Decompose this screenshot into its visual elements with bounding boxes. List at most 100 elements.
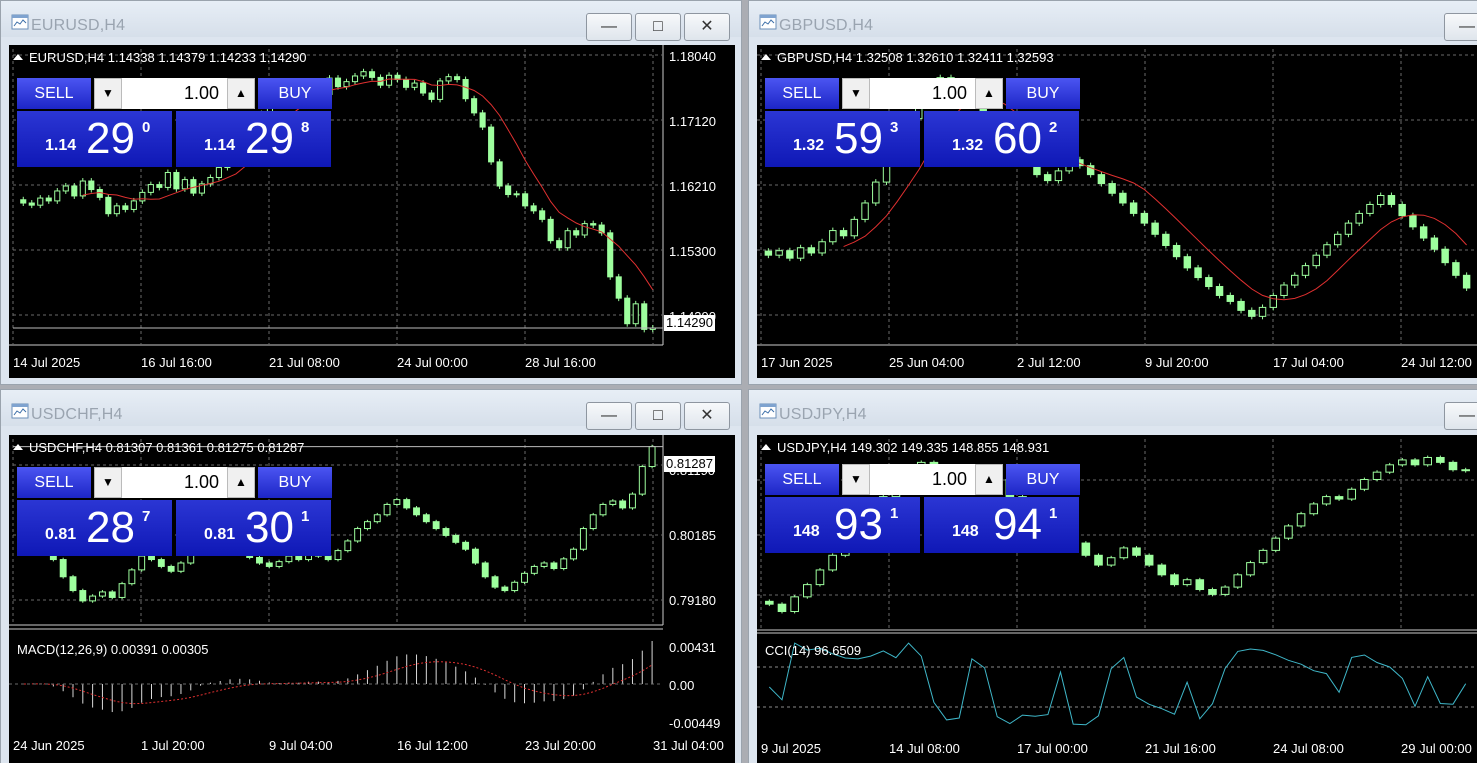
window-titlebar[interactable]: EURUSD,H4 — □ ✕ — [1, 1, 741, 41]
candle-body — [1322, 496, 1331, 505]
candle-body — [285, 555, 293, 563]
lot-size-input[interactable]: 1.00 — [124, 78, 219, 109]
price-chart[interactable]: GBPUSD,H4 1.32508 1.32610 1.32411 1.3259… — [757, 45, 1477, 378]
candle-body — [368, 71, 376, 78]
candle-body — [403, 499, 411, 509]
lot-size-spinner[interactable]: ▼ 1.00 ▲ — [842, 464, 1003, 495]
candle-body — [803, 584, 812, 598]
buy-price-button[interactable]: 148 94 1 — [924, 497, 1079, 553]
close-button[interactable]: ✕ — [684, 402, 730, 430]
chart-window-icon — [11, 14, 29, 30]
time-axis-label: 31 Jul 04:00 — [653, 738, 724, 753]
candle-body — [403, 79, 410, 88]
candle-body — [1208, 589, 1217, 595]
candle-body — [28, 202, 35, 206]
decrease-lot-button[interactable]: ▼ — [842, 464, 870, 495]
candle-body — [1296, 513, 1306, 527]
chart-window-gbpusd[interactable]: GBPUSD,H4 — GBPUSD,H4 1.32508 1.32610 1.… — [748, 0, 1477, 385]
collapse-triangle-icon[interactable] — [761, 444, 771, 450]
minimize-icon: — — [1459, 18, 1475, 35]
lot-size-spinner[interactable]: ▼ 1.00 ▲ — [94, 78, 255, 109]
buy-button[interactable]: BUY — [1006, 464, 1080, 495]
decrease-lot-button[interactable]: ▼ — [94, 467, 122, 498]
sell-button[interactable]: SELL — [17, 467, 91, 498]
buy-price-fraction: 2 — [1049, 119, 1058, 136]
minimize-button[interactable]: — — [586, 402, 632, 430]
price-chart[interactable]: USDJPY,H4 149.302 149.335 148.855 148.93… — [757, 435, 1477, 763]
lot-size-spinner[interactable]: ▼ 1.00 ▲ — [842, 78, 1003, 109]
buy-button[interactable]: BUY — [1006, 78, 1080, 109]
candle-body — [777, 603, 787, 613]
candle-body — [589, 514, 597, 530]
buy-price-big: 0.81 — [204, 526, 236, 543]
price-chart[interactable]: USDCHF,H4 0.81307 0.81361 0.81275 0.8128… — [9, 435, 735, 763]
candle-body — [148, 555, 155, 561]
candle-body — [1140, 212, 1149, 224]
candle-body — [488, 126, 495, 163]
increase-lot-button[interactable]: ▲ — [227, 78, 255, 109]
chart-window-usdjpy[interactable]: USDJPY,H4 — USDJPY,H4 149.302 149.335 14… — [748, 389, 1477, 763]
chart-window-usdchf[interactable]: USDCHF,H4 — □ ✕ USDCHF,H4 0.81307 0.8136… — [0, 389, 742, 763]
candle-body — [1461, 469, 1470, 472]
increase-lot-button[interactable]: ▲ — [975, 78, 1003, 109]
chart-window-eurusd[interactable]: EURUSD,H4 — □ ✕ EURUSD,H4 1.14338 1.1437… — [0, 0, 742, 385]
macd-axis-label: 0.00431 — [669, 640, 716, 655]
collapse-triangle-icon[interactable] — [761, 54, 771, 60]
candle-body — [641, 303, 648, 330]
candle-body — [1355, 212, 1363, 224]
maximize-icon: □ — [653, 18, 663, 35]
sell-price-big: 1.14 — [45, 137, 77, 154]
time-axis-label: 16 Jul 16:00 — [141, 355, 212, 370]
sell-price-button[interactable]: 148 93 1 — [765, 497, 920, 553]
sell-price-button[interactable]: 1.32 59 3 — [765, 111, 920, 167]
buy-button[interactable]: BUY — [258, 467, 332, 498]
candle-body — [1410, 459, 1420, 466]
buy-price-fraction: 1 — [1049, 505, 1058, 522]
one-click-trading-panel: SELL ▼ 1.00 ▲ BUY 1.14 29 0 1.14 29 8 — [17, 78, 332, 167]
maximize-button[interactable]: □ — [635, 13, 681, 41]
sell-price-fraction: 7 — [142, 508, 151, 525]
lot-size-input[interactable]: 1.00 — [872, 78, 967, 109]
candle-body — [1271, 537, 1281, 551]
candle-body — [105, 196, 112, 215]
collapse-triangle-icon[interactable] — [13, 444, 23, 450]
lot-size-spinner[interactable]: ▼ 1.00 ▲ — [94, 467, 255, 498]
buy-button[interactable]: BUY — [258, 78, 332, 109]
sell-price-button[interactable]: 1.14 29 0 — [17, 111, 172, 167]
candle-body — [69, 576, 77, 592]
sell-price-big: 1.32 — [793, 137, 825, 154]
sell-button[interactable]: SELL — [765, 78, 839, 109]
lot-size-input[interactable]: 1.00 — [872, 464, 967, 495]
window-titlebar[interactable]: GBPUSD,H4 — — [749, 1, 1477, 41]
decrease-lot-button[interactable]: ▼ — [94, 78, 122, 109]
minimize-button[interactable]: — — [1444, 13, 1477, 41]
time-axis-label: 21 Jul 08:00 — [269, 355, 340, 370]
window-titlebar[interactable]: USDCHF,H4 — □ ✕ — [1, 390, 741, 430]
candle-body — [98, 591, 106, 597]
decrease-lot-button[interactable]: ▼ — [842, 78, 870, 109]
sell-price-button[interactable]: 0.81 28 7 — [17, 500, 172, 556]
time-axis-label: 17 Jul 00:00 — [1017, 741, 1088, 756]
candle-body — [1309, 503, 1319, 515]
minimize-button[interactable]: — — [1444, 402, 1477, 430]
close-button[interactable]: ✕ — [684, 13, 730, 41]
buy-price-button[interactable]: 0.81 30 1 — [176, 500, 331, 556]
buy-price-big: 1.14 — [204, 137, 236, 154]
buy-price-button[interactable]: 1.14 29 8 — [176, 111, 331, 167]
candle-body — [479, 112, 486, 128]
increase-lot-button[interactable]: ▲ — [975, 464, 1003, 495]
buy-price-button[interactable]: 1.32 60 2 — [924, 111, 1079, 167]
collapse-triangle-icon[interactable] — [13, 54, 23, 60]
maximize-button[interactable]: □ — [635, 402, 681, 430]
time-axis-label: 24 Jul 08:00 — [1273, 741, 1344, 756]
sell-button[interactable]: SELL — [17, 78, 91, 109]
candle-body — [452, 534, 460, 543]
sell-button[interactable]: SELL — [765, 464, 839, 495]
candle-body — [1398, 203, 1406, 217]
increase-lot-button[interactable]: ▲ — [227, 467, 255, 498]
price-chart[interactable]: EURUSD,H4 1.14338 1.14379 1.14233 1.1429… — [9, 45, 735, 378]
window-titlebar[interactable]: USDJPY,H4 — — [749, 390, 1477, 430]
minimize-button[interactable]: — — [586, 13, 632, 41]
candle-body — [1334, 496, 1344, 500]
lot-size-input[interactable]: 1.00 — [124, 467, 219, 498]
